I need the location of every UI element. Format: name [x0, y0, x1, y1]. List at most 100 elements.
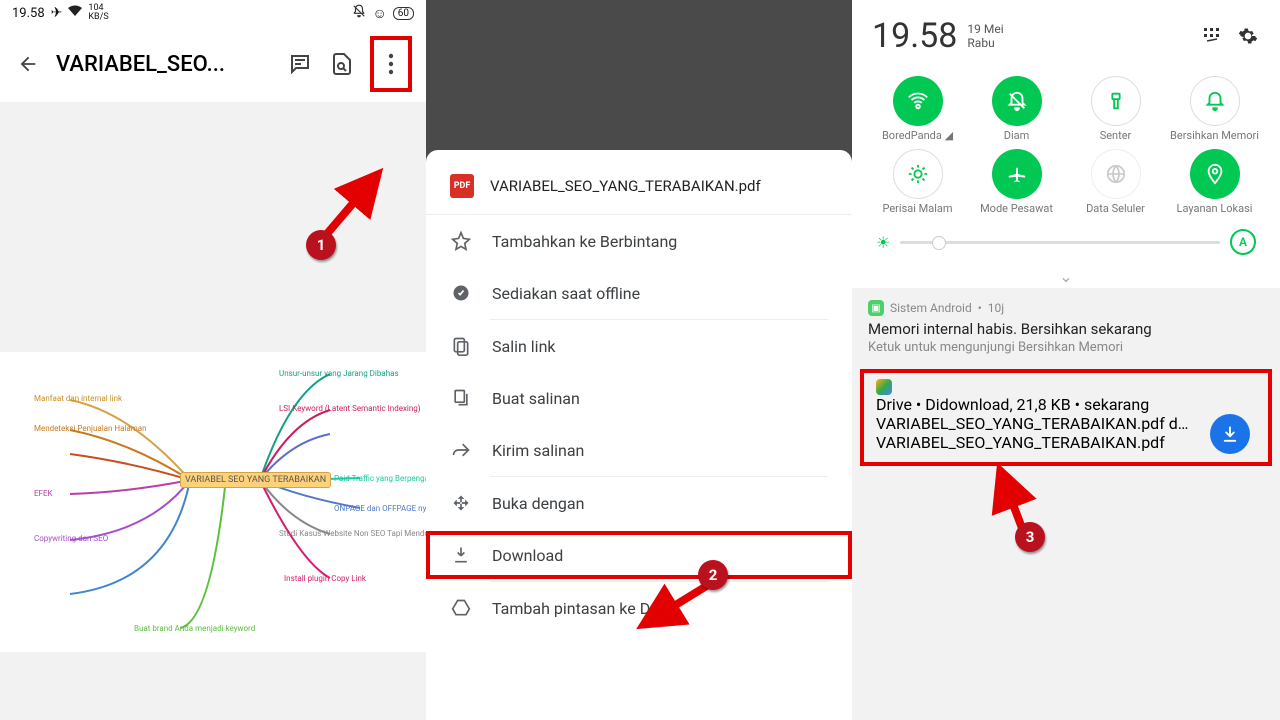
wifi-icon — [893, 76, 943, 126]
sheet-item-label: Sediakan saat offline — [492, 284, 640, 303]
mm-center: VARIABEL SEO YANG TERABAIKAN — [180, 472, 331, 488]
notif-app: Drive — [876, 395, 912, 414]
open-icon — [450, 493, 472, 513]
qs-tile-label: Bersihkan Memori — [1170, 130, 1259, 143]
notif-app: Sistem Android — [890, 301, 972, 315]
panel-notification-shade: 19.58 19 MeiRabu BoredPanda ◢DiamSenterB… — [852, 0, 1280, 720]
panel-bottom-sheet: PDF VARIABEL_SEO_YANG_TERABAIKAN.pdf Tam… — [426, 0, 852, 720]
sheet-item-label: Buka dengan — [492, 494, 584, 513]
send-icon — [450, 440, 472, 460]
action-sheet: PDF VARIABEL_SEO_YANG_TERABAIKAN.pdf Tam… — [426, 150, 852, 720]
more-vert-icon — [381, 50, 401, 78]
notif-title: VARIABEL_SEO_YANG_TERABAIKAN.pdf d… — [876, 414, 1256, 433]
notif-off-icon — [352, 4, 366, 22]
brightness-slider[interactable]: ☀ A — [852, 219, 1280, 265]
sheet-item-drive[interactable]: Tambah pintasan ke Drive — [426, 582, 852, 634]
qs-tiles: BoredPanda ◢ Diam Senter Bersihkan Memori Pe… — [852, 72, 1280, 219]
pdf-icon: PDF — [450, 174, 474, 198]
battery-indicator: 60 — [393, 7, 414, 20]
qs-tile-label: Layanan Lokasi — [1177, 203, 1253, 216]
mm-right: Studi Kasus Website Non SEO Tapi Mendomi… — [275, 527, 426, 540]
step-badge-3: 3 — [1015, 522, 1045, 552]
bell-icon — [992, 76, 1042, 126]
plane-icon — [992, 149, 1042, 199]
auto-brightness-toggle[interactable]: A — [1230, 229, 1256, 255]
qs-tile-torch[interactable]: Senter — [1066, 76, 1165, 143]
copy-icon — [450, 388, 472, 408]
sheet-item-link[interactable]: Salin link — [426, 320, 852, 372]
download-highlight — [426, 531, 852, 579]
panel-drive-viewer: 19.58 ✈ 104KB/S ☺ 60 VARIABEL_SEO... — [0, 0, 426, 720]
notif-when: sekarang — [1084, 395, 1149, 414]
back-button[interactable] — [14, 50, 42, 78]
qs-tile-label: Senter — [1100, 130, 1132, 143]
mm-left: Manfaat dan internal link — [30, 392, 126, 405]
pin-icon — [1190, 149, 1240, 199]
mm-right: Paid Traffic yang Berpengaruh Terhadap S… — [330, 472, 426, 485]
comment-button[interactable] — [286, 50, 314, 78]
notif-time: 10j — [988, 301, 1004, 315]
qs-header: 19.58 19 MeiRabu — [852, 0, 1280, 72]
mindmap-preview: VARIABEL SEO YANG TERABAIKAN Manfaat dan… — [0, 352, 426, 652]
mm-right: LSI Keyword (Latent Semantic Indexing) — [275, 402, 425, 415]
qs-tile-label: Perisai Malam — [882, 203, 952, 216]
document-viewport[interactable]: 1 VARIABEL SEO YANG TERABAIKAN Manfaat d… — [0, 102, 426, 720]
notification-drive-highlighted[interactable]: Drive • Didownload, 21,8 KB • sekarang V… — [860, 369, 1272, 466]
qs-time: 19.58 — [872, 16, 957, 56]
bell2-icon — [1190, 76, 1240, 126]
document-title: VARIABEL_SEO... — [56, 52, 272, 77]
more-button-highlighted[interactable] — [370, 36, 412, 92]
settings-button[interactable] — [1236, 24, 1260, 48]
notif-desc: Ketuk untuk mengunjungi Bersihkan Memori — [868, 340, 1264, 355]
offline-icon — [450, 283, 472, 303]
qs-tile-sun[interactable]: Perisai Malam — [868, 149, 967, 216]
sheet-item-label: Tambahkan ke Berbintang — [492, 232, 677, 251]
qs-tile-plane[interactable]: Mode Pesawat — [967, 149, 1066, 216]
sheet-item-label: Tambah pintasan ke Drive — [492, 599, 676, 618]
search-in-doc-button[interactable] — [328, 50, 356, 78]
notif-desc: VARIABEL_SEO_YANG_TERABAIKAN.pdf — [876, 433, 1256, 452]
sun-icon — [893, 149, 943, 199]
mm-right: Install plugin Copy Link — [280, 572, 370, 585]
qs-tile-label: Mode Pesawat — [980, 203, 1053, 216]
download-icon — [450, 545, 472, 565]
notification-system[interactable]: ▣ Sistem Android • 10j Memori internal h… — [852, 292, 1280, 365]
airplane-icon: ✈ — [51, 5, 63, 21]
step-badge-2: 2 — [698, 560, 728, 590]
sheet-item-open[interactable]: Buka dengan — [426, 477, 852, 529]
sheet-item-copy[interactable]: Buat salinan — [426, 372, 852, 424]
globe-icon — [1091, 149, 1141, 199]
step-badge-1: 1 — [306, 230, 336, 260]
sheet-item-label: Download — [492, 546, 563, 565]
drive-icon — [876, 379, 892, 395]
sheet-item-star[interactable]: Tambahkan ke Berbintang — [426, 215, 852, 267]
brightness-icon: ☀ — [876, 233, 890, 252]
notif-meta: Didownload, 21,8 KB — [925, 395, 1070, 414]
sheet-item-download[interactable]: Download — [426, 529, 852, 581]
download-fab[interactable] — [1210, 414, 1250, 454]
notification-list: ▣ Sistem Android • 10j Memori internal h… — [852, 288, 1280, 720]
status-bar: 19.58 ✈ 104KB/S ☺ 60 — [0, 0, 426, 26]
sheet-item-offline[interactable]: Sediakan saat offline — [426, 267, 852, 319]
qs-tile-wifi[interactable]: BoredPanda ◢ — [868, 76, 967, 143]
notif-title: Memori internal habis. Bersihkan sekaran… — [868, 320, 1264, 338]
qs-tile-label: BoredPanda ◢ — [882, 130, 953, 143]
qs-tile-bell2[interactable]: Bersihkan Memori — [1165, 76, 1264, 143]
qs-tile-label: Diam — [1004, 130, 1030, 143]
qs-tile-globe[interactable]: Data Seluler — [1066, 149, 1165, 216]
mm-left: EFEK — [30, 487, 57, 500]
sheet-item-send[interactable]: Kirim salinan — [426, 424, 852, 476]
android-icon: ▣ — [868, 300, 884, 316]
torch-icon — [1091, 76, 1141, 126]
status-time: 19.58 — [12, 6, 45, 21]
star-icon — [450, 231, 472, 251]
expand-qs-handle[interactable]: ⌄ — [852, 265, 1280, 288]
sheet-header: PDF VARIABEL_SEO_YANG_TERABAIKAN.pdf — [426, 158, 852, 215]
net-speed: 104KB/S — [88, 4, 108, 22]
qs-tile-pin[interactable]: Layanan Lokasi — [1165, 149, 1264, 216]
face-icon: ☺ — [372, 5, 386, 22]
mm-left: Copywriting dan SEO — [30, 532, 112, 545]
wifi-icon — [68, 5, 82, 21]
edit-tiles-button[interactable] — [1200, 24, 1224, 48]
qs-tile-bell[interactable]: Diam — [967, 76, 1066, 143]
